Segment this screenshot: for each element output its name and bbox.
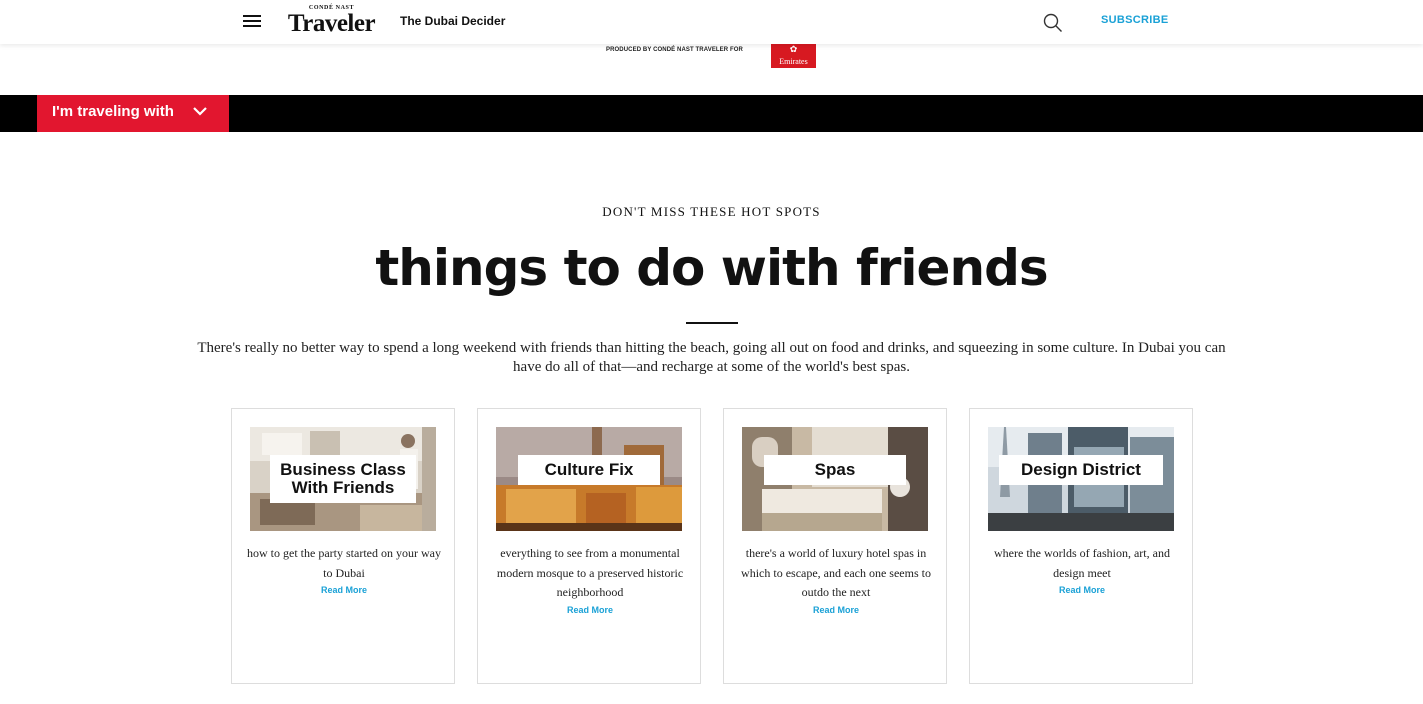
sponsor-text: PRODUCED BY CONDÉ NAST TRAVELER FOR — [606, 47, 743, 53]
site-header: CONDÉ NAST Traveler The Dubai Decider SU… — [0, 0, 1423, 44]
card-title: Business Class With Friends — [270, 455, 416, 503]
card-title-line: Culture Fix — [544, 460, 634, 479]
search-icon[interactable] — [1043, 13, 1063, 33]
card-title-line: Design District — [1021, 460, 1141, 479]
card-title-line: Spas — [814, 460, 856, 479]
read-more-link[interactable]: Read More — [738, 603, 934, 617]
logo-main-text: Traveler — [287, 10, 376, 37]
sponsor-banner: PRODUCED BY CONDÉ NAST TRAVELER FOR ✿ Em… — [606, 44, 818, 70]
card-description-text: where the worlds of fashion, art, and de… — [994, 546, 1170, 580]
card-description: everything to see from a monumental mode… — [492, 544, 688, 617]
chevron-down-icon — [193, 107, 207, 116]
read-more-link[interactable]: Read More — [984, 583, 1180, 597]
card-description: where the worlds of fashion, art, and de… — [984, 544, 1180, 597]
emirates-emblem-icon: ✿ — [789, 45, 798, 55]
card-image[interactable]: Culture Fix — [496, 427, 682, 531]
section-kicker: DON'T MISS THESE HOT SPOTS — [602, 204, 821, 219]
traveler-logo[interactable]: CONDÉ NAST Traveler — [284, 4, 379, 38]
card-title-line: Business Class — [280, 460, 406, 479]
read-more-link[interactable]: Read More — [246, 583, 442, 597]
traveling-with-dropdown[interactable]: I'm traveling with — [37, 95, 229, 132]
card-culture-fix[interactable]: Culture Fix everything to see from a mon… — [477, 408, 701, 684]
hamburger-menu-icon[interactable] — [243, 15, 261, 27]
page-title: things to do with friends — [375, 239, 1048, 297]
card-image[interactable]: Spas — [742, 427, 928, 531]
traveling-with-label: I'm traveling with — [52, 103, 174, 120]
card-image[interactable]: Design District — [988, 427, 1174, 531]
emirates-logo[interactable]: ✿ Emirates — [771, 44, 816, 68]
card-title-line: With Friends — [291, 478, 395, 497]
card-title: Culture Fix — [518, 455, 660, 485]
section-title[interactable]: The Dubai Decider — [400, 14, 505, 28]
card-title: Spas — [764, 455, 906, 485]
card-design-district[interactable]: Design District where the worlds of fash… — [969, 408, 1193, 684]
card-spas[interactable]: Spas there's a world of luxury hotel spa… — [723, 408, 947, 684]
read-more-link[interactable]: Read More — [492, 603, 688, 617]
emirates-wordmark: Emirates — [779, 57, 808, 66]
card-description: there's a world of luxury hotel spas in … — [738, 544, 934, 617]
subscribe-link[interactable]: SUBSCRIBE — [1101, 14, 1169, 26]
card-title: Design District — [999, 455, 1163, 485]
title-divider — [686, 322, 738, 324]
card-description-text: there's a world of luxury hotel spas in … — [741, 546, 931, 599]
card-description-text: everything to see from a monumental mode… — [496, 546, 684, 599]
card-description-text: how to get the party started on your way… — [247, 546, 441, 580]
card-description: how to get the party started on your way… — [246, 544, 442, 597]
card-business-class[interactable]: Business Class With Friends how to get t… — [231, 408, 455, 684]
intro-paragraph: There's really no better way to spend a … — [197, 340, 1226, 375]
card-image[interactable]: Business Class With Friends — [250, 427, 436, 531]
